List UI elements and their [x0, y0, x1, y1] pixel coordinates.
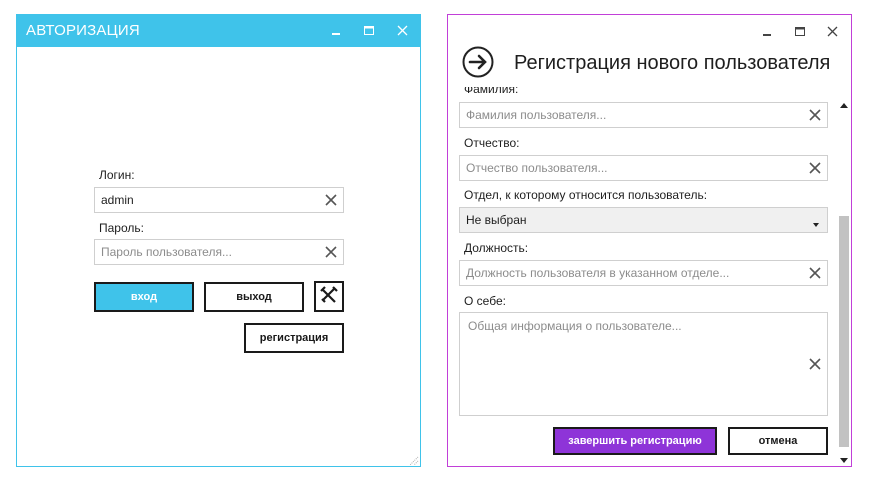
- position-placeholder: Должность пользователя в указанном отдел…: [466, 266, 730, 280]
- patronymic-placeholder: Отчество пользователя...: [466, 161, 608, 175]
- register-button[interactable]: регистрация: [244, 323, 344, 353]
- clear-about-icon[interactable]: [808, 357, 822, 371]
- department-label: Отдел, к которому относится пользователь…: [464, 188, 708, 202]
- registration-form: Фамилия: Фамилия пользователя... Отчеств…: [448, 87, 838, 466]
- maximize-icon[interactable]: [789, 22, 811, 42]
- exit-button[interactable]: выход: [204, 282, 304, 312]
- minimize-icon[interactable]: [756, 22, 778, 42]
- resize-grip-icon[interactable]: [408, 454, 420, 466]
- position-field[interactable]: Должность пользователя в указанном отдел…: [459, 260, 828, 286]
- scrollbar-thumb[interactable]: [839, 216, 849, 447]
- department-value: Не выбран: [466, 213, 527, 227]
- registration-window: Регистрация нового пользователя Фамилия:…: [447, 14, 852, 467]
- about-field[interactable]: Общая информация о пользователе...: [459, 312, 828, 416]
- clear-position-icon[interactable]: [808, 266, 822, 280]
- registration-title: Регистрация нового пользователя: [514, 52, 831, 74]
- password-label: Пароль:: [99, 221, 144, 235]
- password-field[interactable]: Пароль пользователя...: [94, 239, 344, 265]
- login-button[interactable]: вход: [94, 282, 194, 312]
- patronymic-label: Отчество:: [464, 136, 520, 150]
- surname-field[interactable]: Фамилия пользователя...: [459, 102, 828, 128]
- login-window-title: АВТОРИЗАЦИЯ: [26, 22, 140, 39]
- clear-surname-icon[interactable]: [808, 108, 822, 122]
- clear-login-icon[interactable]: [324, 193, 338, 207]
- arrow-right-circle-icon[interactable]: [462, 46, 494, 78]
- clear-patronymic-icon[interactable]: [808, 161, 822, 175]
- close-icon[interactable]: [822, 22, 844, 42]
- login-value: admin: [101, 193, 134, 207]
- position-label: Должность:: [464, 241, 529, 255]
- login-field[interactable]: admin: [94, 187, 344, 213]
- patronymic-field[interactable]: Отчество пользователя...: [459, 155, 828, 181]
- finish-registration-button[interactable]: завершить регистрацию: [553, 427, 717, 455]
- login-titlebar: АВТОРИЗАЦИЯ: [17, 15, 420, 47]
- chevron-down-icon: [811, 216, 821, 227]
- about-placeholder: Общая информация о пользователе...: [468, 319, 682, 333]
- surname-label: Фамилия:: [464, 87, 519, 96]
- clear-password-icon[interactable]: [324, 245, 338, 259]
- tools-icon: [319, 285, 339, 308]
- close-icon[interactable]: [392, 21, 414, 41]
- scroll-up-icon[interactable]: [839, 96, 849, 108]
- login-window: АВТОРИЗАЦИЯ Логин: admin Пароль: Пароль …: [16, 14, 421, 467]
- password-placeholder: Пароль пользователя...: [101, 245, 232, 259]
- about-label: О себе:: [464, 294, 506, 308]
- surname-placeholder: Фамилия пользователя...: [466, 108, 607, 122]
- login-label: Логин:: [99, 168, 135, 182]
- department-select[interactable]: Не выбран: [459, 207, 828, 233]
- cancel-button[interactable]: отмена: [728, 427, 828, 455]
- minimize-icon[interactable]: [325, 21, 347, 41]
- scroll-down-icon[interactable]: [839, 452, 849, 463]
- maximize-icon[interactable]: [358, 21, 380, 41]
- settings-button[interactable]: [314, 281, 344, 312]
